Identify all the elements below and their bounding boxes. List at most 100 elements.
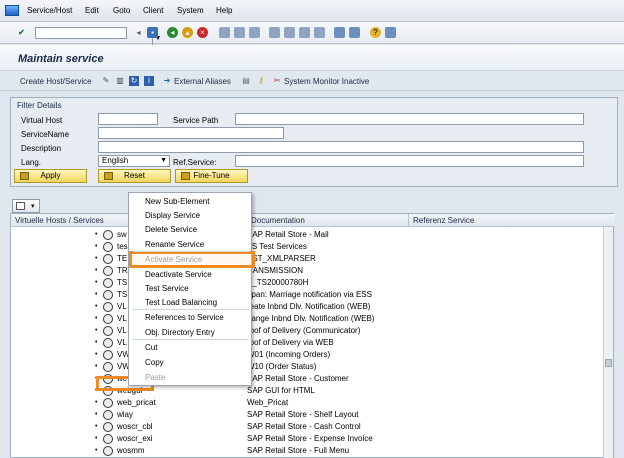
tree-node-bullet-icon[interactable]: • <box>95 411 97 418</box>
new-session-icon[interactable] <box>334 27 345 38</box>
service-name[interactable]: web_pricat <box>117 398 156 407</box>
next-page-icon[interactable] <box>299 27 310 38</box>
tree-node-bullet-icon[interactable]: • <box>95 327 97 334</box>
table-row[interactable]: • woscr_cbl SAP Retail Store - Cash Contro… <box>11 421 605 433</box>
tree-node-bullet-icon[interactable]: • <box>95 303 97 310</box>
first-page-icon[interactable] <box>269 27 280 38</box>
enter-checkmark-icon[interactable]: ✔ <box>16 27 27 38</box>
table-row[interactable]: • TE EST_XMLPARSER <box>11 253 605 265</box>
table-row[interactable]: • TR RANSMISSION <box>11 265 605 277</box>
language-select[interactable]: English ▼ <box>98 155 170 167</box>
layout-select-button[interactable]: ▾ <box>12 199 40 213</box>
service-name[interactable]: VL <box>117 338 127 347</box>
service-name[interactable]: VL <box>117 326 127 335</box>
back-icon[interactable]: ◂ <box>167 27 178 38</box>
column-header-hosts[interactable]: Virtuelle Hosts / Services <box>15 216 104 225</box>
menu-goto[interactable]: Goto <box>113 6 130 15</box>
context-menu-item[interactable]: Test Load Balancing <box>145 298 217 307</box>
table-row[interactable]: • VW W10 (Order Status) <box>11 361 605 373</box>
service-name[interactable]: woscr_cbl <box>117 422 153 431</box>
last-page-icon[interactable] <box>314 27 325 38</box>
table-row[interactable]: • wosmm SAP Retail Store - Full Menu <box>11 445 605 457</box>
context-menu-item[interactable]: New Sub-Element <box>145 197 209 206</box>
exit-icon[interactable]: ▴ <box>182 27 193 38</box>
table-row[interactable]: • VL roof of Delivery (Communicator) <box>11 325 605 337</box>
edit-pencil-icon[interactable]: ✎ <box>101 76 111 86</box>
back-arrow-small-icon[interactable]: ◂ <box>133 27 144 38</box>
context-menu-item[interactable]: Delete Service <box>145 225 197 234</box>
find-next-icon[interactable] <box>249 27 260 38</box>
tree-node-bullet-icon[interactable]: • <box>95 255 97 262</box>
delete-trash-icon[interactable]: ▥ <box>115 76 125 86</box>
context-menu-item[interactable]: References to Service <box>145 313 224 322</box>
tree-node-bullet-icon[interactable]: • <box>95 267 97 274</box>
menu-help[interactable]: Help <box>216 6 232 15</box>
copy-object-icon[interactable]: ▤ <box>241 76 251 86</box>
context-menu-item[interactable]: Deactivate Service <box>145 270 212 279</box>
previous-page-icon[interactable] <box>284 27 295 38</box>
menu-service-host[interactable]: Service/Host <box>27 6 72 15</box>
customize-layout-icon[interactable] <box>385 27 396 38</box>
create-host-service-button[interactable]: Create Host/Service <box>20 77 92 86</box>
refresh-icon[interactable]: ↻ <box>129 76 139 86</box>
tree-node-bullet-icon[interactable]: • <box>95 423 97 430</box>
table-row[interactable]: • TS apan: Marriage notification via ESS <box>11 289 605 301</box>
column-header-reference[interactable]: Referenz Service <box>413 216 474 225</box>
save-icon[interactable]: ▪ <box>147 27 158 38</box>
key-icon[interactable]: ⚷ <box>256 76 266 86</box>
table-row[interactable]: • VW W01 (Incoming Orders) <box>11 349 605 361</box>
find-icon[interactable] <box>234 27 245 38</box>
info-icon[interactable]: i <box>144 76 154 86</box>
table-row[interactable]: • VL roof of Delivery via WEB <box>11 337 605 349</box>
context-menu-item[interactable]: Display Service <box>145 211 200 220</box>
vertical-scrollbar[interactable] <box>603 227 613 458</box>
tree-node-bullet-icon[interactable]: • <box>95 399 97 406</box>
context-menu-item[interactable]: Obj. Directory Entry <box>145 328 215 337</box>
tree-node-bullet-icon[interactable]: • <box>95 447 97 454</box>
description-input[interactable] <box>98 141 584 153</box>
service-name[interactable]: TS <box>117 278 127 287</box>
column-header-documentation[interactable]: Documentation <box>251 216 305 225</box>
ref-service-input[interactable] <box>235 155 584 167</box>
table-row[interactable]: • wlay SAP Retail Store - Shelf Layout <box>11 409 605 421</box>
external-aliases-button[interactable]: External Aliases <box>174 77 231 86</box>
tree-node-bullet-icon[interactable]: • <box>95 291 97 298</box>
service-name[interactable]: TR <box>117 266 128 275</box>
system-monitor-button[interactable]: System Monitor Inactive <box>284 77 369 86</box>
service-name-input[interactable] <box>98 127 284 139</box>
tree-node-bullet-icon[interactable]: • <box>95 243 97 250</box>
menu-edit[interactable]: Edit <box>85 6 99 15</box>
table-row[interactable]: • VL hange Inbnd Dlv. Notification (WEB) <box>11 313 605 325</box>
context-menu-item[interactable]: Copy <box>145 358 164 367</box>
scrollbar-thumb[interactable] <box>605 359 612 367</box>
service-name[interactable]: sw <box>117 230 127 239</box>
service-name[interactable]: tes <box>117 242 128 251</box>
menu-system[interactable]: System <box>177 6 204 15</box>
shortcut-icon[interactable] <box>349 27 360 38</box>
table-row[interactable]: • sw SAP Retail Store - Mail <box>11 229 605 241</box>
command-field[interactable]: ▼ <box>35 27 161 45</box>
menu-client[interactable]: Client <box>143 6 163 15</box>
language-dropdown-icon[interactable]: ▼ <box>160 156 167 166</box>
tree-node-bullet-icon[interactable]: • <box>95 279 97 286</box>
table-row[interactable]: • web_pricat Web_Pricat <box>11 397 605 409</box>
tree-node-bullet-icon[interactable]: • <box>95 231 97 238</box>
service-name[interactable]: woscr_exi <box>117 434 153 443</box>
virtual-host-input[interactable] <box>98 113 158 125</box>
table-row[interactable]: • VL reate Inbnd Dlv. Notification (WEB) <box>11 301 605 313</box>
context-menu-item[interactable]: Test Service <box>145 284 189 293</box>
cancel-icon[interactable]: × <box>197 27 208 38</box>
context-menu-item[interactable]: Rename Service <box>145 240 204 249</box>
context-menu-item[interactable]: Cut <box>145 343 157 352</box>
tree-node-bullet-icon[interactable]: • <box>95 363 97 370</box>
table-row[interactable]: • tes TS Test Services <box>11 241 605 253</box>
reset-button[interactable]: Reset <box>98 169 171 183</box>
table-row[interactable]: • TS S_TS20000780H <box>11 277 605 289</box>
service-path-input[interactable] <box>235 113 584 125</box>
tree-node-bullet-icon[interactable]: • <box>95 339 97 346</box>
tree-node-bullet-icon[interactable]: • <box>95 351 97 358</box>
apply-button[interactable]: Apply <box>14 169 87 183</box>
table-row[interactable]: • woscr_exi SAP Retail Store - Expense Inv… <box>11 433 605 445</box>
print-icon[interactable] <box>219 27 230 38</box>
fine-tune-button[interactable]: Fine-Tune <box>175 169 248 183</box>
